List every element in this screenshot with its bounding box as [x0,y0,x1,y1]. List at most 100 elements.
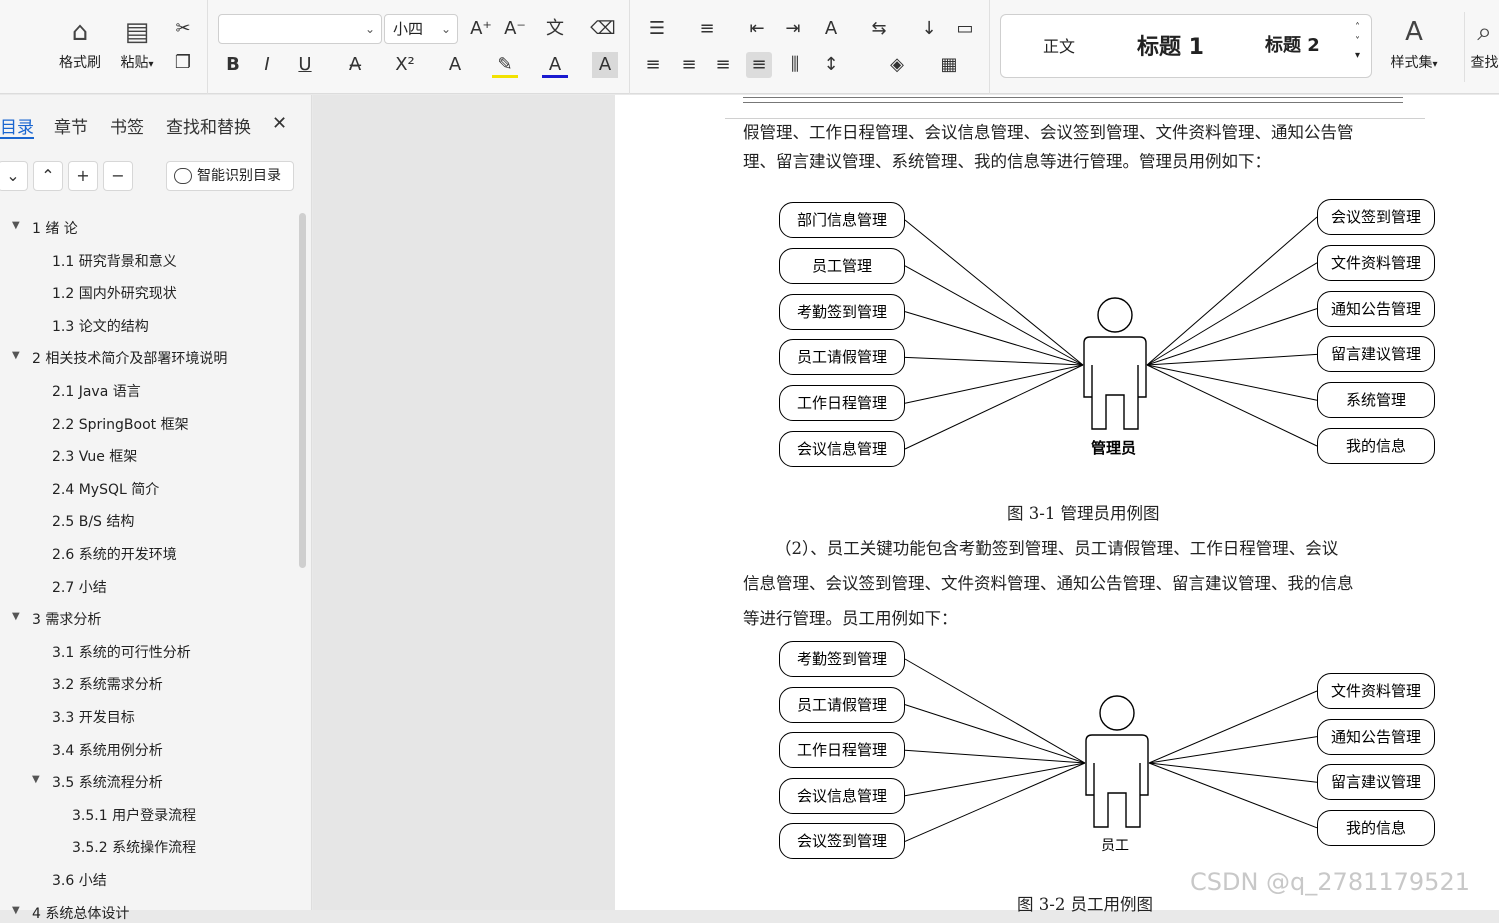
toc-item[interactable]: 2.3 Vue 框架 [52,446,137,466]
actor-label: 员工 [1101,838,1129,854]
borders-icon[interactable]: ▦ [936,52,962,78]
toc-item-label: 1.2 国内外研究现状 [52,286,177,303]
style-heading1[interactable]: 标题 1 [1137,29,1204,61]
add-heading-button[interactable]: + [68,161,98,191]
font-size-select[interactable]: 小四 ⌄ [384,14,458,44]
justify-icon[interactable]: ≡ [746,52,772,78]
toc-item[interactable]: 3.6 小结 [52,870,107,890]
line-spacing-icon[interactable]: ↕ [818,52,844,78]
toc-item[interactable]: 1.1 研究背景和意义 [52,251,177,271]
toc-item-label: 1.1 研究背景和意义 [52,253,177,270]
superscript-icon[interactable]: X² [392,52,418,78]
font-color-icon[interactable]: A [542,52,568,78]
highlight-icon[interactable]: ✎ [492,52,518,78]
increase-indent-icon[interactable]: ⇥ [780,16,806,42]
toc-item[interactable]: 1.2 国内外研究现状 [52,283,177,303]
asian-layout-icon[interactable]: A [818,16,844,42]
bold-icon[interactable]: B [220,52,246,78]
copy-icon[interactable]: ❐ [170,50,196,76]
actor-head [1099,695,1135,731]
toc-item-label: 2.2 SpringBoot 框架 [52,416,189,433]
chevron-down-icon: ⌄ [440,22,451,36]
tab-bookmarks[interactable]: 书签 [110,113,144,138]
align-right-icon[interactable]: ≡ [710,52,736,78]
toc-item-label: 3.2 系统需求分析 [52,677,163,694]
font-group: ⌄ 小四 ⌄ A⁺ A⁻ 文 ⌫ B I U A̶ X² A ✎ A A [208,0,630,94]
toc-item[interactable]: 2.5 B/S 结构 [52,511,134,531]
remove-heading-button[interactable]: − [103,161,133,191]
numbered-list-icon[interactable]: ≡ [694,16,720,42]
italic-icon[interactable]: I [254,52,280,78]
toc-item[interactable]: ▼ 3 需求分析 [12,609,101,629]
shading-icon[interactable]: ◈ [884,52,910,78]
toc-item[interactable]: 3.5.1 用户登录流程 [72,805,196,825]
association-line [904,704,1086,764]
toc-item[interactable]: 3.5.2 系统操作流程 [72,837,196,857]
toc-item[interactable]: ▼ 3.5 系统流程分析 [32,772,163,792]
navigation-pane: 目录 章节 书签 查找和替换 ✕ ⌄ ⌃ + − 智能识别目录 ▼ 1 绪 论 1.… [0,95,312,922]
toc-item[interactable]: 2.1 Java 语言 [52,381,141,401]
association-line [904,762,1086,797]
text-direction-icon[interactable]: ⇆ [866,16,892,42]
move-up-button[interactable]: ⌃ [33,161,63,191]
toc-item[interactable]: 3.1 系统的可行性分析 [52,642,191,662]
decrease-indent-icon[interactable]: ⇤ [744,16,770,42]
distributed-icon[interactable]: ⫼ [782,52,808,78]
toc-item[interactable]: 2.7 小结 [52,577,107,597]
align-left-icon[interactable]: ≡ [640,52,666,78]
smart-toc-button[interactable]: 智能识别目录 [166,161,294,191]
shrink-font-icon[interactable]: A⁻ [502,16,528,42]
underline-icon[interactable]: U [292,52,318,78]
show-marks-icon[interactable]: ▭ [952,16,978,42]
toc-item-label: 2.4 MySQL 简介 [52,481,160,498]
style-normal[interactable]: 正文 [1043,33,1075,57]
expand-triangle-icon[interactable]: ▼ [12,611,20,622]
scrollbar[interactable] [299,213,306,568]
collapse-button[interactable]: ⌄ [0,161,28,191]
cut-icon[interactable]: ✂ [170,16,196,42]
toc-item[interactable]: 3.4 系统用例分析 [52,740,163,760]
document-page: 假管理、工作日程管理、会议信息管理、会议签到管理、文件资料管理、通知公告管 理、… [615,95,1499,914]
font-name-select[interactable]: ⌄ [218,14,382,44]
grow-font-icon[interactable]: A⁺ [468,16,494,42]
text-effect-icon[interactable]: A [442,52,468,78]
toc-item[interactable]: 2.2 SpringBoot 框架 [52,414,189,434]
strikethrough-icon[interactable]: A̶ [342,52,368,78]
char-shading-icon[interactable]: A [592,52,618,78]
toc-item[interactable]: 2.4 MySQL 简介 [52,479,159,499]
bullet-list-icon[interactable]: ☰ [644,16,670,42]
toc-item-label: 2.6 系统的开发环境 [52,547,177,563]
association-line [1148,736,1318,764]
toc-item[interactable]: ▼ 4 系统总体设计 [12,903,129,923]
use-case: 我的信息 [1317,809,1435,846]
tab-chapters[interactable]: 章节 [54,113,88,138]
find-button[interactable]: ⌕ 查找 [1464,12,1499,82]
toc-item[interactable]: ▼ 1 绪 论 [12,218,78,238]
toc-item-label: 3.6 小结 [52,873,107,889]
style-set-button[interactable]: A 样式集▾ [1384,12,1444,82]
association-line [904,762,1086,842]
close-icon[interactable]: ✕ [272,113,287,134]
tab-find-replace[interactable]: 查找和替换 [166,113,251,138]
use-case: 考勤签到管理 [779,641,905,677]
expand-triangle-icon[interactable]: ▼ [12,350,20,361]
expand-triangle-icon[interactable]: ▼ [32,774,40,785]
format-painter-button[interactable]: ⌂ 格式刷 [55,12,105,82]
toc-item[interactable]: ▼ 2 相关技术简介及部署环境说明 [12,348,227,368]
sort-icon[interactable]: ↓ [916,16,942,42]
phonetic-guide-icon[interactable]: 文 [542,16,568,42]
eraser-icon[interactable]: ⌫ [590,16,616,42]
style-heading2[interactable]: 标题 2 [1265,31,1320,57]
toc-item[interactable]: 3.3 开发目标 [52,707,135,727]
gallery-scroll-icon[interactable]: ˄ ˅ ▾ [1355,21,1360,63]
expand-triangle-icon[interactable]: ▼ [12,220,20,231]
toc-item[interactable]: 3.2 系统需求分析 [52,674,163,694]
search-icon: ⌕ [1477,17,1492,47]
toc-item[interactable]: 2.6 系统的开发环境 [52,544,177,564]
toc-item-label: 1 绪 论 [32,221,78,237]
tab-toc[interactable]: 目录 [0,113,34,138]
expand-triangle-icon[interactable]: ▼ [12,905,20,916]
paste-button[interactable]: ▤ 粘贴▾ [112,12,162,82]
align-center-icon[interactable]: ≡ [676,52,702,78]
toc-item[interactable]: 1.3 论文的结构 [52,316,149,336]
